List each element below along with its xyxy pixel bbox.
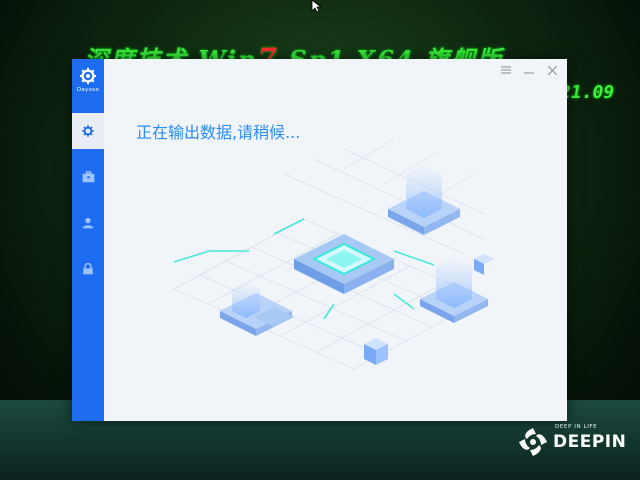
sidebar-item-user[interactable] — [72, 205, 104, 241]
desktop-version: 21.09 — [560, 82, 615, 103]
gear-icon — [82, 125, 94, 137]
deepin-watermark: DEEP IN LIFE DEEPIN — [515, 424, 627, 464]
user-icon — [82, 217, 94, 229]
installer-window: Dayoso 正在输出数据,请稍候... — [72, 59, 567, 421]
sidebar-item-tools[interactable] — [72, 159, 104, 195]
lock-icon — [83, 263, 93, 275]
minimize-icon — [524, 72, 534, 74]
sidebar-item-security[interactable] — [72, 251, 104, 287]
toolbox-icon — [82, 171, 94, 183]
server-block-left — [220, 282, 294, 336]
close-button[interactable] — [545, 63, 559, 77]
small-cube — [364, 338, 388, 365]
close-icon — [547, 65, 557, 75]
menu-icon — [501, 66, 511, 74]
edge-cube — [474, 254, 494, 275]
menu-button[interactable] — [499, 63, 513, 77]
brand-logo-icon — [79, 67, 97, 85]
data-transfer-illustration — [172, 139, 494, 370]
brand-name: Dayoso — [76, 87, 100, 93]
brand: Dayoso — [72, 67, 104, 93]
deepin-logo-icon — [519, 428, 547, 456]
minimize-button[interactable] — [522, 63, 536, 77]
deepin-tagline: DEEP IN LIFE — [555, 424, 598, 430]
mouse-cursor-icon — [311, 0, 323, 13]
deepin-name: DEEPIN — [553, 432, 627, 452]
sidebar: Dayoso — [72, 59, 104, 421]
window-controls — [499, 63, 559, 77]
sidebar-item-settings[interactable] — [72, 113, 104, 149]
